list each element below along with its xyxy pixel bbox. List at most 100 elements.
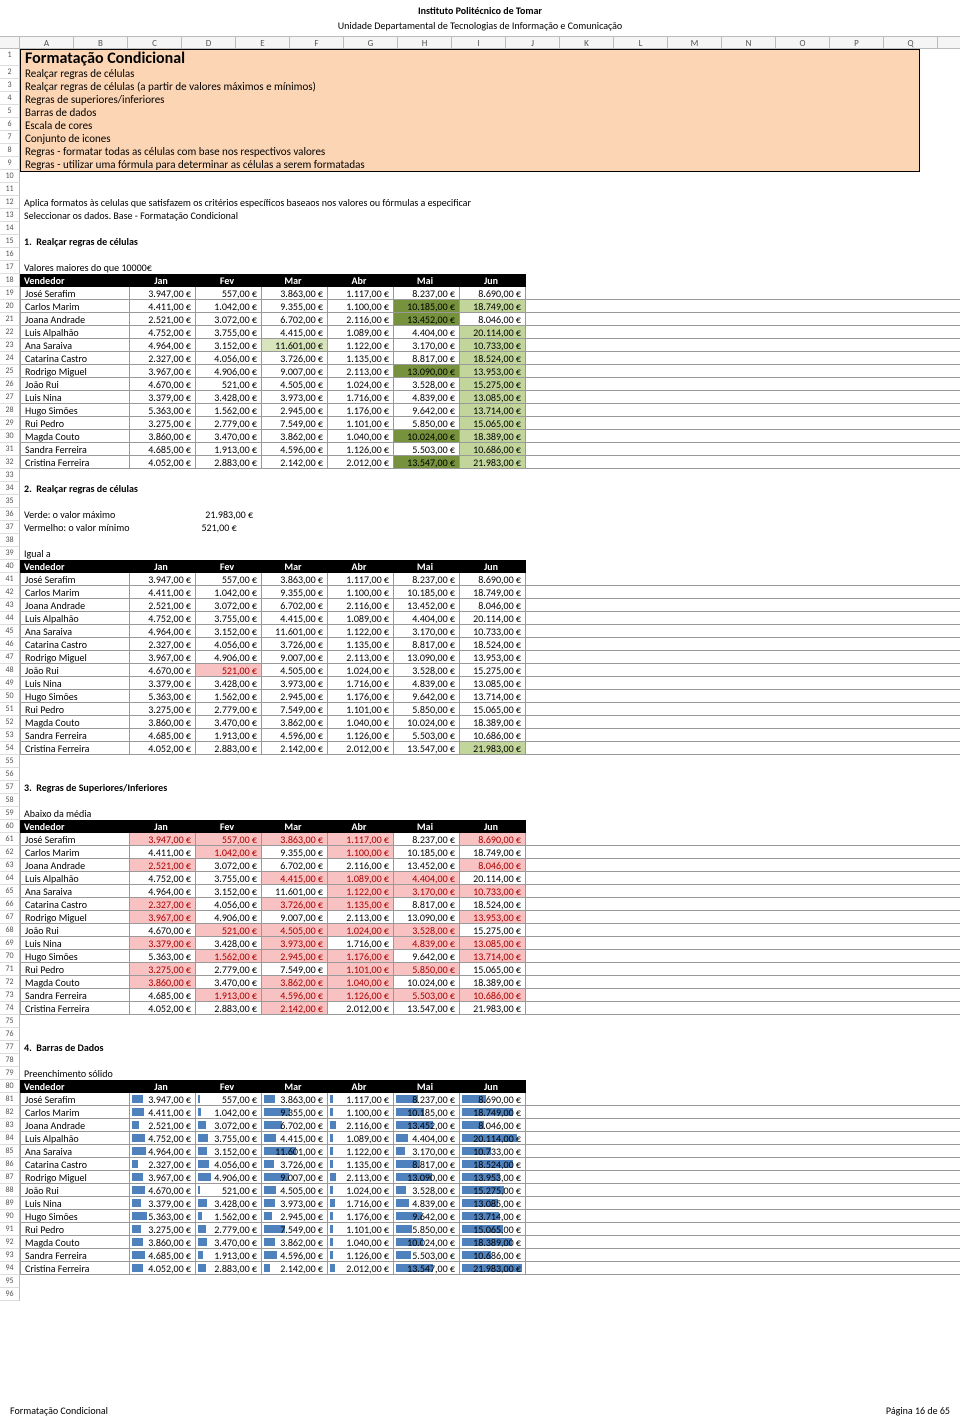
data-cell: 4.839,00 € bbox=[394, 391, 460, 403]
row-header-82: 82 bbox=[0, 1106, 20, 1119]
data-cell: 13.547,00 € bbox=[394, 1262, 460, 1274]
data-cell: 3.379,00 € bbox=[130, 937, 196, 949]
row-header-60: 60 bbox=[0, 820, 20, 833]
data-cell: 2.113,00 € bbox=[328, 911, 394, 923]
data-cell: 4.596,00 € bbox=[262, 729, 328, 741]
data-cell: 1.024,00 € bbox=[328, 924, 394, 936]
vendor-cell: José Serafim bbox=[20, 287, 130, 299]
data-cell: 7.549,00 € bbox=[262, 417, 328, 429]
vendor-cell: Hugo Simões bbox=[20, 690, 130, 702]
data-cell: 1.040,00 € bbox=[328, 430, 394, 442]
data-cell: 3.860,00 € bbox=[130, 716, 196, 728]
data-cell: 2.113,00 € bbox=[328, 365, 394, 377]
th-6: Jun bbox=[460, 560, 526, 573]
data-cell: 8.817,00 € bbox=[394, 1158, 460, 1170]
box-line-5: Conjunto de icones bbox=[25, 132, 915, 145]
footer-right: Página 16 de 65 bbox=[886, 1404, 950, 1417]
data-cell: 9.007,00 € bbox=[262, 651, 328, 663]
data-cell: 20.114,00 € bbox=[460, 326, 526, 338]
data-cell: 5.850,00 € bbox=[394, 963, 460, 975]
data-cell: 2.142,00 € bbox=[262, 1002, 328, 1014]
data-cell: 4.685,00 € bbox=[130, 989, 196, 1001]
data-cell: 9.642,00 € bbox=[394, 690, 460, 702]
data-cell: 1.126,00 € bbox=[328, 443, 394, 455]
data-cell: 1.040,00 € bbox=[328, 976, 394, 988]
row-header-55: 55 bbox=[0, 755, 20, 768]
col-header-C: C bbox=[128, 37, 182, 48]
th-4: Abr bbox=[328, 560, 394, 573]
data-cell: 1.562,00 € bbox=[196, 690, 262, 702]
data-cell: 1.100,00 € bbox=[328, 1106, 394, 1118]
data-cell: 4.596,00 € bbox=[262, 443, 328, 455]
data-cell: 2.113,00 € bbox=[328, 1171, 394, 1183]
row-header-43: 43 bbox=[0, 599, 20, 612]
vendor-cell: Cristina Ferreira bbox=[20, 742, 130, 754]
data-cell: 3.428,00 € bbox=[196, 937, 262, 949]
data-cell: 10.024,00 € bbox=[394, 1236, 460, 1248]
row-header-44: 44 bbox=[0, 612, 20, 625]
data-cell: 4.670,00 € bbox=[130, 1184, 196, 1196]
data-cell: 8.817,00 € bbox=[394, 352, 460, 364]
col-header-F: F bbox=[290, 37, 344, 48]
data-cell: 1.126,00 € bbox=[328, 989, 394, 1001]
s2-l1: Verde: o valor máximo bbox=[20, 508, 115, 521]
vendor-cell: Hugo Simões bbox=[20, 1210, 130, 1222]
data-cell: 21.983,00 € bbox=[460, 456, 526, 468]
s2: 2. Realçar regras de células bbox=[20, 482, 138, 495]
data-cell: 3.379,00 € bbox=[130, 677, 196, 689]
row-header-11: 11 bbox=[0, 183, 20, 196]
data-cell: 4.404,00 € bbox=[394, 872, 460, 884]
data-cell: 4.906,00 € bbox=[196, 911, 262, 923]
vendor-cell: Rodrigo Miguel bbox=[20, 651, 130, 663]
data-cell: 8.237,00 € bbox=[394, 1093, 460, 1105]
doc-header-2: Unidade Departamental de Tecnologias de … bbox=[0, 19, 960, 36]
vendor-cell: Luis Nina bbox=[20, 1197, 130, 1209]
data-cell: 13.714,00 € bbox=[460, 404, 526, 416]
data-cell: 4.404,00 € bbox=[394, 1132, 460, 1144]
data-cell: 21.983,00 € bbox=[460, 1262, 526, 1274]
table-row: José Serafim3.947,00 €557,00 €3.863,00 €… bbox=[20, 833, 960, 846]
table-row: Catarina Castro2.327,00 €4.056,00 €3.726… bbox=[20, 638, 960, 651]
data-cell: 3.152,00 € bbox=[196, 885, 262, 897]
vendor-cell: Luis Nina bbox=[20, 937, 130, 949]
data-cell: 2.779,00 € bbox=[196, 963, 262, 975]
th-5: Mai bbox=[394, 1080, 460, 1093]
data-cell: 4.906,00 € bbox=[196, 1171, 262, 1183]
vendor-cell: Ana Saraiva bbox=[20, 885, 130, 897]
box-line-6: Regras - formatar todas as células com b… bbox=[25, 145, 915, 158]
row-header-73: 73 bbox=[0, 989, 20, 1002]
data-cell: 1.913,00 € bbox=[196, 443, 262, 455]
data-cell: 9.355,00 € bbox=[262, 586, 328, 598]
table-row: Cristina Ferreira4.052,00 €2.883,00 €2.1… bbox=[20, 742, 960, 755]
data-cell: 4.052,00 € bbox=[130, 1002, 196, 1014]
data-cell: 3.072,00 € bbox=[196, 859, 262, 871]
s2-sub: Igual a bbox=[20, 547, 51, 560]
data-cell: 2.327,00 € bbox=[130, 638, 196, 650]
vendor-cell: Catarina Castro bbox=[20, 1158, 130, 1170]
data-cell: 13.953,00 € bbox=[460, 651, 526, 663]
data-cell: 10.185,00 € bbox=[394, 586, 460, 598]
row-header-6: 6 bbox=[0, 118, 20, 131]
data-cell: 1.122,00 € bbox=[328, 625, 394, 637]
data-cell: 9.355,00 € bbox=[262, 300, 328, 312]
data-cell: 1.101,00 € bbox=[328, 963, 394, 975]
data-cell: 3.528,00 € bbox=[394, 664, 460, 676]
data-cell: 3.862,00 € bbox=[262, 430, 328, 442]
data-cell: 21.983,00 € bbox=[460, 742, 526, 754]
table-row: José Serafim3.947,00 €557,00 €3.863,00 €… bbox=[20, 573, 960, 586]
data-cell: 3.863,00 € bbox=[262, 573, 328, 585]
data-cell: 3.275,00 € bbox=[130, 1223, 196, 1235]
data-cell: 1.135,00 € bbox=[328, 898, 394, 910]
data-cell: 4.685,00 € bbox=[130, 729, 196, 741]
intro-2: Seleccionar os dados. Base - Formatação … bbox=[20, 209, 238, 222]
table-row: Sandra Ferreira4.685,00 €1.913,00 €4.596… bbox=[20, 1249, 960, 1262]
data-cell: 1.100,00 € bbox=[328, 300, 394, 312]
vendor-cell: Luis Alpalhão bbox=[20, 872, 130, 884]
data-cell: 13.547,00 € bbox=[394, 456, 460, 468]
row-header-96: 96 bbox=[0, 1288, 20, 1301]
data-cell: 8.237,00 € bbox=[394, 833, 460, 845]
vendor-cell: Joana Andrade bbox=[20, 859, 130, 871]
row-header-59: 59 bbox=[0, 807, 20, 820]
row-header-4: 4 bbox=[0, 92, 20, 105]
data-cell: 1.117,00 € bbox=[328, 833, 394, 845]
